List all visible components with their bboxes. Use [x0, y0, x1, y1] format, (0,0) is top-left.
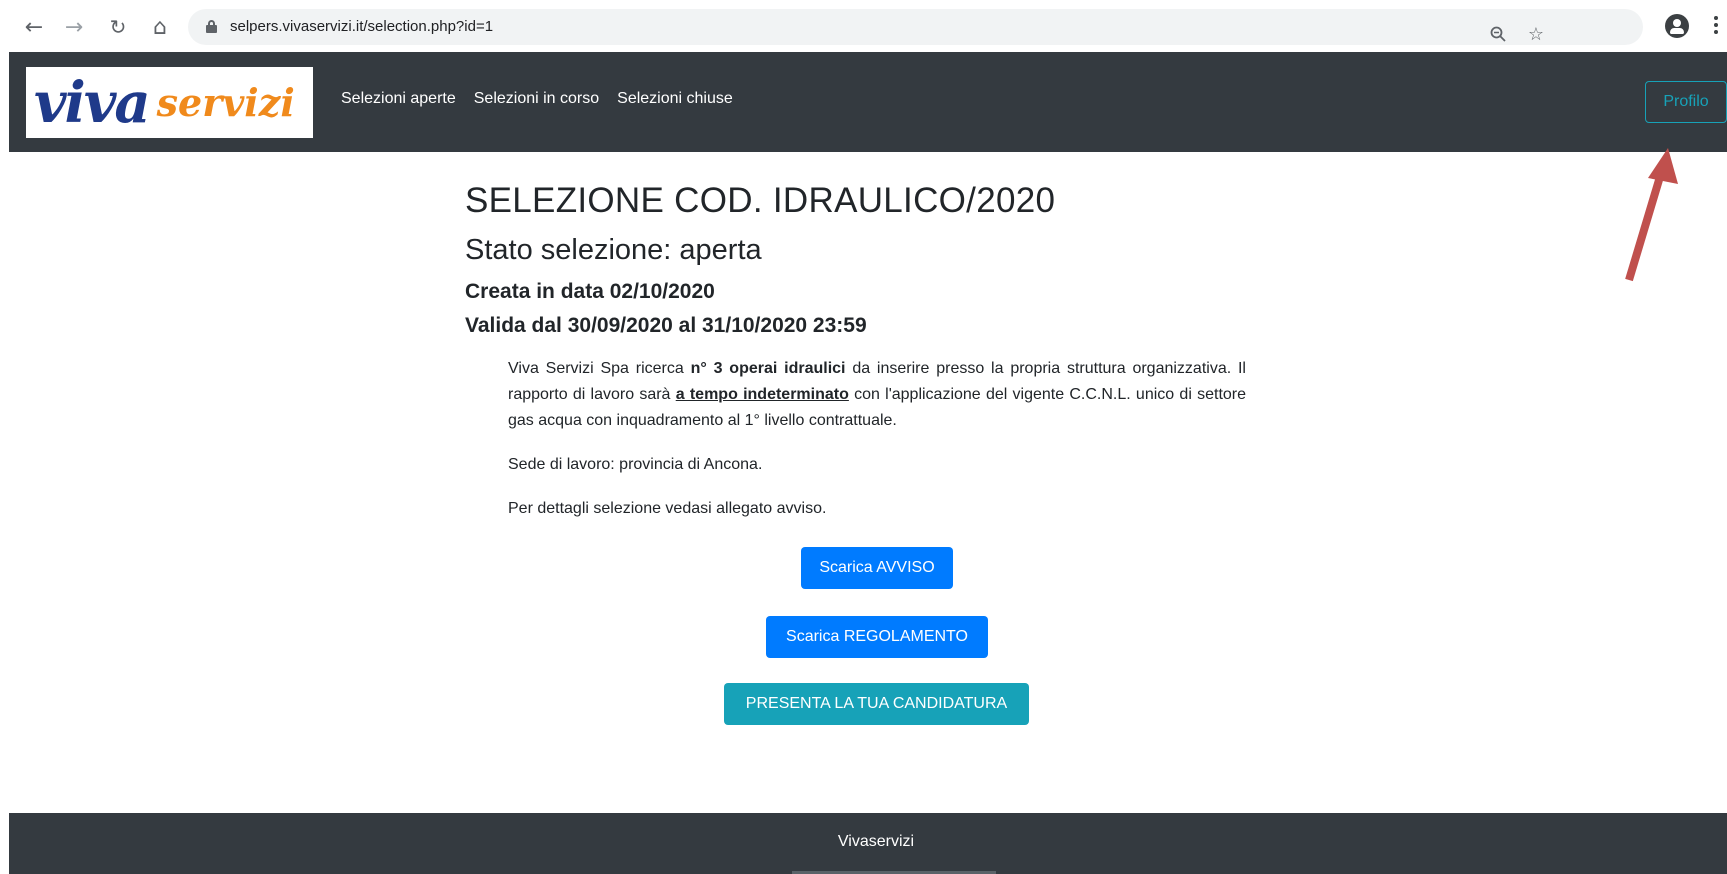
- description-paragraph-2: Sede di lavoro: provincia di Ancona.: [508, 456, 763, 473]
- logo-primary-text: viva: [34, 69, 151, 136]
- page-title: SELEZIONE COD. IDRAULICO/2020: [465, 181, 1056, 220]
- nav-links: Selezioni aperte Selezioni in corso Sele…: [341, 90, 733, 108]
- site-navbar: viva servizi Selezioni aperte Selezioni …: [9, 52, 1727, 152]
- download-regolamento-button[interactable]: Scarica REGOLAMENTO: [766, 616, 988, 658]
- kebab-menu-icon[interactable]: [1711, 14, 1721, 36]
- profile-button[interactable]: Profilo: [1645, 81, 1727, 123]
- selection-status: Stato selezione: aperta: [465, 234, 762, 266]
- description-underline-text: a tempo indeterminato: [675, 386, 849, 403]
- download-avviso-button[interactable]: Scarica AVVISO: [801, 547, 953, 589]
- description-paragraph-3: Per dettagli selezione vedasi allegato a…: [508, 500, 827, 517]
- description-text: Viva Servizi Spa ricerca: [508, 360, 691, 377]
- selection-description: Viva Servizi Spa ricerca n° 3 operai idr…: [508, 356, 1246, 522]
- browser-toolbar: ← → ↻ ⌂ selpers.vivaservizi.it/selection…: [0, 0, 1727, 52]
- home-icon[interactable]: ⌂: [146, 13, 174, 41]
- site-footer: Vivaservizi: [9, 813, 1727, 874]
- annotation-arrow-icon: [1625, 148, 1678, 282]
- url-text[interactable]: selpers.vivaservizi.it/selection.php?id=…: [230, 18, 493, 35]
- description-bold-text: n° 3 operai idraulici: [690, 360, 846, 377]
- address-bar[interactable]: selpers.vivaservizi.it/selection.php?id=…: [188, 9, 1643, 45]
- zoom-out-icon[interactable]: [1487, 23, 1509, 45]
- footer-text: Vivaservizi: [837, 833, 915, 850]
- logo-secondary-text: servizi: [156, 79, 295, 125]
- lock-icon[interactable]: [206, 20, 217, 33]
- nav-link-selezioni-aperte[interactable]: Selezioni aperte: [341, 90, 456, 108]
- viva-servizi-logo[interactable]: viva servizi: [26, 67, 313, 138]
- selection-details: SELEZIONE COD. IDRAULICO/2020 Stato sele…: [465, 180, 1255, 340]
- validity-period: Valida dal 30/09/2020 al 31/10/2020 23:5…: [465, 314, 867, 337]
- forward-arrow-icon[interactable]: →: [60, 13, 88, 41]
- nav-link-selezioni-in-corso[interactable]: Selezioni in corso: [474, 90, 599, 108]
- star-icon[interactable]: ☆: [1525, 23, 1547, 45]
- reload-icon[interactable]: ↻: [104, 13, 132, 41]
- created-date: Creata in data 02/10/2020: [465, 280, 715, 303]
- account-icon[interactable]: [1665, 14, 1689, 38]
- back-arrow-icon[interactable]: ←: [20, 13, 48, 41]
- nav-link-selezioni-chiuse[interactable]: Selezioni chiuse: [617, 90, 733, 108]
- submit-application-button[interactable]: PRESENTA LA TUA CANDIDATURA: [724, 683, 1029, 725]
- description-paragraph-1: Viva Servizi Spa ricerca n° 3 operai idr…: [508, 356, 1246, 434]
